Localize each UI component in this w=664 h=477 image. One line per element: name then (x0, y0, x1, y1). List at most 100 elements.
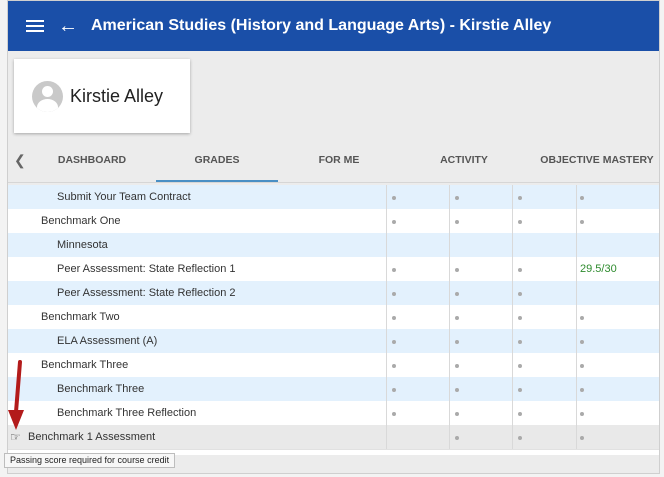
row-label: ELA Assessment (A) (57, 335, 158, 347)
status-dot (455, 292, 459, 296)
status-dot (580, 316, 584, 320)
column-divider (576, 257, 577, 281)
column-divider (449, 353, 450, 377)
table-row[interactable]: Benchmark Two (8, 305, 659, 330)
status-dot (518, 364, 522, 368)
column-divider (576, 233, 577, 257)
status-dot (392, 196, 396, 200)
column-divider (576, 377, 577, 401)
row-label: Benchmark Two (41, 311, 120, 323)
back-arrow-icon[interactable]: ← (58, 16, 78, 36)
app-bar: ← American Studies (History and Language… (8, 1, 659, 51)
status-dot (455, 364, 459, 368)
status-dot (392, 412, 396, 416)
column-divider (449, 401, 450, 425)
status-dot (518, 340, 522, 344)
column-divider (386, 377, 387, 401)
column-divider (512, 233, 513, 257)
status-dot (518, 388, 522, 392)
row-label: Minnesota (57, 239, 108, 251)
column-divider (449, 329, 450, 353)
column-divider (386, 329, 387, 353)
column-divider (512, 257, 513, 281)
column-divider (449, 209, 450, 233)
column-divider (576, 209, 577, 233)
status-dot (580, 388, 584, 392)
column-divider (449, 257, 450, 281)
status-dot (392, 292, 396, 296)
status-dot (580, 436, 584, 440)
column-divider (512, 329, 513, 353)
status-dot (392, 268, 396, 272)
status-dot (580, 412, 584, 416)
column-divider (386, 257, 387, 281)
table-row[interactable]: Peer Assessment: State Reflection 1 29.5/… (8, 257, 659, 282)
status-dot (518, 292, 522, 296)
row-label: Benchmark Three Reflection (57, 407, 197, 419)
column-divider (386, 185, 387, 209)
table-row[interactable]: Benchmark One (8, 209, 659, 234)
column-divider (576, 353, 577, 377)
tab-grades[interactable]: GRADES (156, 141, 278, 182)
status-dot (392, 220, 396, 224)
status-dot (580, 364, 584, 368)
app-window: ← American Studies (History and Language… (7, 0, 660, 474)
column-divider (576, 401, 577, 425)
avatar (32, 80, 63, 112)
tab-bar: ❮ DASHBOARD GRADES FOR ME ACTIVITY OBJEC… (8, 141, 659, 183)
column-divider (512, 185, 513, 209)
tooltip: Passing score required for course credit (4, 453, 176, 468)
chevron-left-icon[interactable]: ❮ (14, 152, 26, 169)
column-divider (576, 329, 577, 353)
table-row[interactable]: ELA Assessment (A) (8, 329, 659, 354)
row-label: Benchmark Three (57, 383, 145, 395)
table-row[interactable]: Submit Your Team Contract (8, 185, 659, 210)
column-divider (512, 425, 513, 449)
tab-for-me[interactable]: FOR ME (290, 141, 388, 180)
column-divider (576, 425, 577, 449)
hamburger-menu-icon[interactable] (26, 20, 44, 32)
column-divider (449, 305, 450, 329)
status-dot (392, 364, 396, 368)
row-label: Peer Assessment: State Reflection 2 (57, 287, 236, 299)
column-divider (449, 185, 450, 209)
table-row[interactable]: Minnesota (8, 233, 659, 258)
tab-dashboard[interactable]: DASHBOARD (40, 141, 144, 180)
tab-activity[interactable]: ACTIVITY (408, 141, 520, 180)
column-divider (576, 281, 577, 305)
column-divider (386, 305, 387, 329)
column-divider (512, 401, 513, 425)
table-row[interactable]: Benchmark Three (8, 353, 659, 378)
status-dot (455, 412, 459, 416)
status-dot (392, 340, 396, 344)
column-divider (386, 353, 387, 377)
column-divider (512, 209, 513, 233)
status-dot (455, 316, 459, 320)
status-dot (518, 412, 522, 416)
column-divider (386, 425, 387, 449)
row-label: Benchmark 1 Assessment (28, 431, 156, 443)
table-row[interactable]: Benchmark Three Reflection (8, 401, 659, 426)
table-row[interactable]: Peer Assessment: State Reflection 2 (8, 281, 659, 306)
column-divider (386, 233, 387, 257)
status-dot (455, 388, 459, 392)
column-divider (512, 305, 513, 329)
status-dot (455, 436, 459, 440)
status-dot (392, 316, 396, 320)
column-divider (512, 377, 513, 401)
tab-objective-mastery[interactable]: OBJECTIVE MASTERY (536, 141, 658, 180)
status-dot (518, 436, 522, 440)
column-divider (512, 353, 513, 377)
status-dot (518, 196, 522, 200)
status-dot (455, 340, 459, 344)
student-profile-card: Kirstie Alley (14, 59, 190, 133)
table-row[interactable]: ☞ Benchmark 1 Assessment (8, 425, 659, 450)
column-divider (449, 281, 450, 305)
table-row[interactable]: Benchmark Three (8, 377, 659, 402)
row-label: Peer Assessment: State Reflection 1 (57, 263, 236, 275)
annotation-arrow (8, 360, 24, 430)
column-divider (386, 209, 387, 233)
status-dot (455, 196, 459, 200)
status-dot (455, 220, 459, 224)
grades-table: Submit Your Team Contract Benchmark One Mi… (8, 185, 659, 455)
